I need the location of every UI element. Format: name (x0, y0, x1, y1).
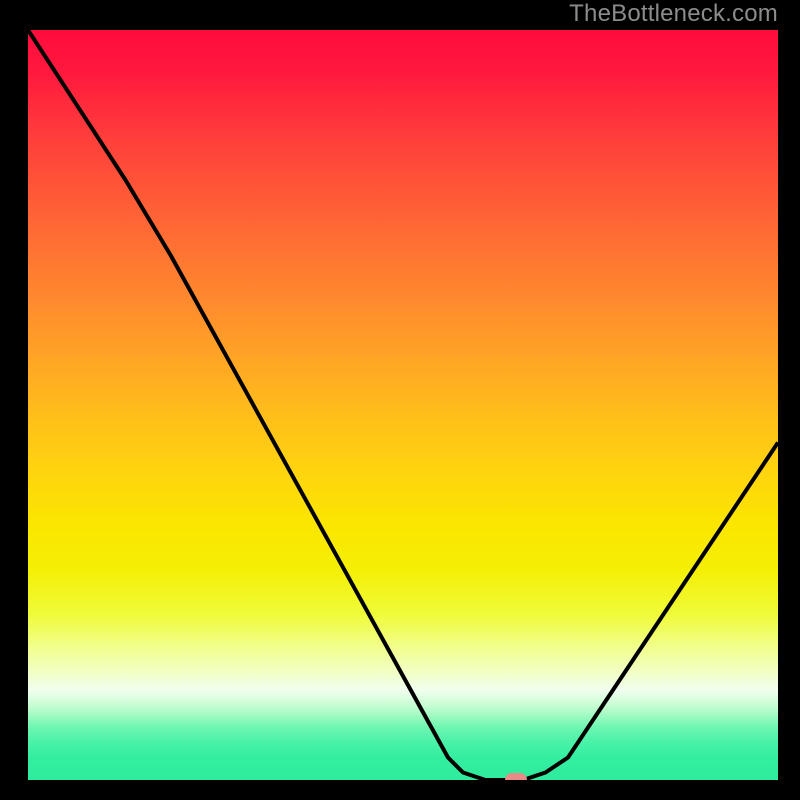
optimum-marker (505, 773, 527, 780)
curve-path (28, 30, 778, 780)
bottleneck-curve (28, 30, 778, 780)
chart-frame: TheBottleneck.com (0, 0, 800, 800)
watermark-text: TheBottleneck.com (569, 0, 778, 28)
plot-area (28, 30, 778, 780)
